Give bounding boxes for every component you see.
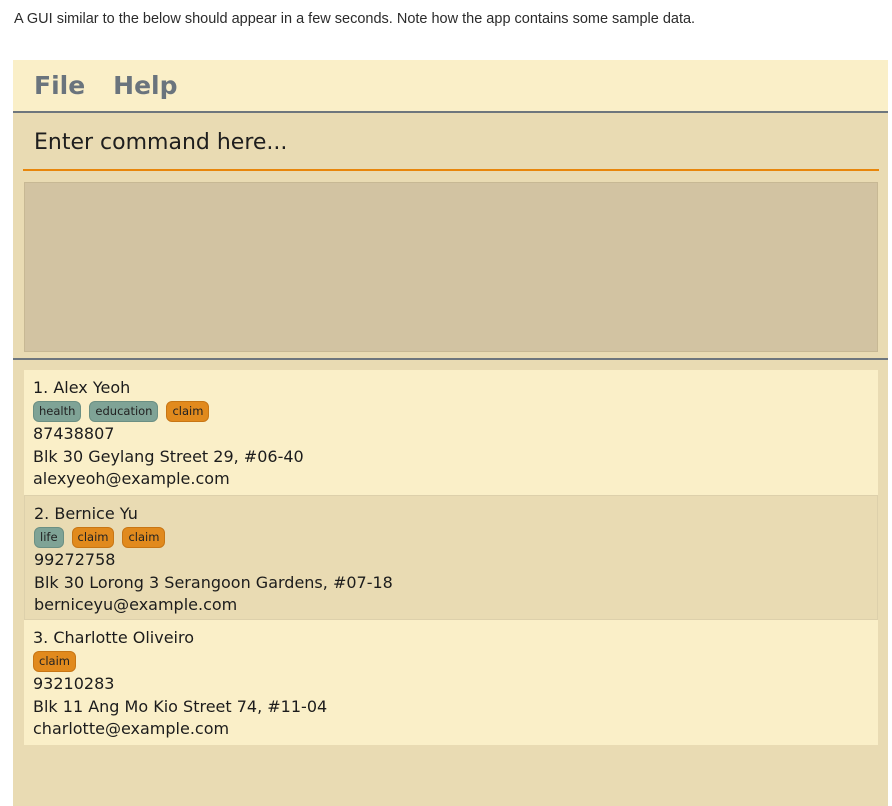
menu-help[interactable]: Help [101, 71, 193, 100]
intro-text: A GUI similar to the below should appear… [14, 11, 696, 27]
person-list[interactable]: 1. Alex Yeoh health education claim 8743… [24, 370, 878, 745]
person-card[interactable]: 1. Alex Yeoh health education claim 8743… [24, 370, 878, 495]
person-email: berniceyu@example.com [34, 595, 238, 614]
tag-list: health education claim [33, 400, 869, 422]
result-display [24, 182, 878, 352]
person-phone: 87438807 [33, 424, 115, 443]
person-card[interactable]: 2. Bernice Yu life claim claim 99272758 … [24, 495, 878, 620]
person-name: 3. Charlotte Oliveiro [33, 628, 195, 647]
command-box [23, 114, 879, 171]
menu-file[interactable]: File [13, 71, 101, 100]
person-name: 2. Bernice Yu [34, 504, 138, 523]
tag: claim [33, 650, 76, 672]
person-phone: 93210283 [33, 674, 115, 693]
person-email: charlotte@example.com [33, 719, 230, 738]
person-phone: 99272758 [34, 550, 116, 569]
person-name: 1. Alex Yeoh [33, 378, 131, 397]
menu-bar: File Help [13, 60, 888, 113]
person-address: Blk 11 Ang Mo Kio Street 74, #11-04 [33, 696, 328, 716]
tag: claim [71, 526, 115, 548]
tag-list: life claim claim [34, 526, 868, 548]
divider [13, 358, 888, 360]
tag-list: claim [33, 650, 869, 672]
tag: health [33, 400, 82, 422]
tag: education [89, 400, 159, 422]
person-address: Blk 30 Geylang Street 29, #06-40 [33, 446, 304, 466]
person-address: Blk 30 Lorong 3 Serangoon Gardens, #07-1… [34, 572, 393, 592]
app-window: File Help 1. Alex Yeoh health education … [13, 60, 888, 806]
tag: claim [122, 526, 166, 548]
person-card[interactable]: 3. Charlotte Oliveiro claim 93210283 Blk… [24, 620, 878, 745]
command-input[interactable] [23, 114, 879, 170]
person-email: alexyeoh@example.com [33, 469, 230, 488]
tag: life [34, 526, 64, 548]
tag: claim [166, 400, 210, 422]
